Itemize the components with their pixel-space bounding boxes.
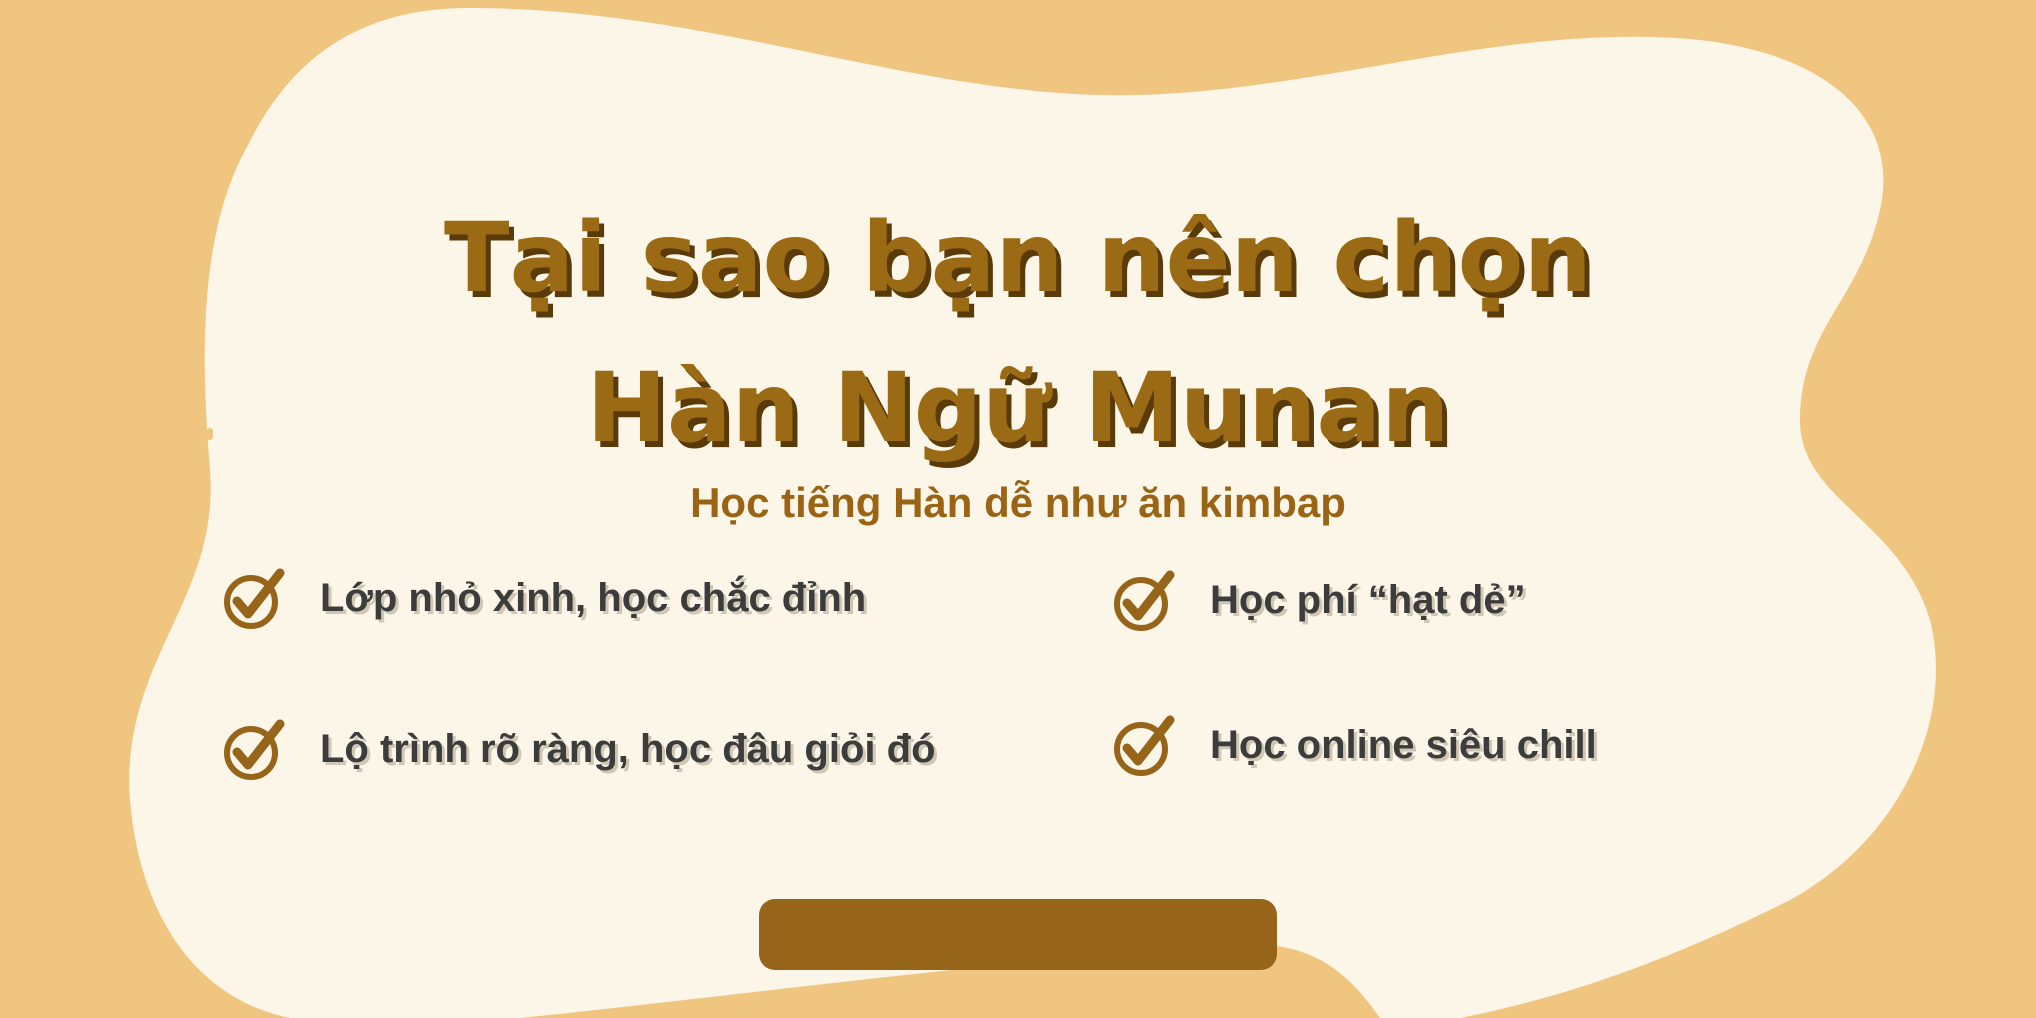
checkmark-circle-icon: [1114, 570, 1175, 631]
heading-line-1: Tại sao bạn nên chọn: [444, 202, 1592, 314]
feature-item-online: Học online siêu chill: [1112, 710, 1597, 780]
cta-button[interactable]: [759, 899, 1277, 970]
checkmark-circle-icon: [1114, 715, 1175, 776]
feature-label: Lộ trình rõ ràng, học đâu giỏi đó: [320, 726, 936, 771]
feature-item-roadmap: Lộ trình rõ ràng, học đâu giỏi đó: [222, 714, 936, 784]
checkmark-circle-icon: [224, 719, 285, 780]
feature-label: Lớp nhỏ xinh, học chắc đỉnh: [320, 575, 867, 620]
checkmark-circle-icon: [224, 568, 285, 629]
feature-label: Học online siêu chill: [1210, 722, 1597, 767]
feature-item-fee: Học phí “hạt dẻ”: [1112, 565, 1526, 635]
feature-item-small-class: Lớp nhỏ xinh, học chắc đỉnh: [222, 563, 866, 633]
feature-label: Học phí “hạt dẻ”: [1210, 577, 1526, 622]
subtitle: Học tiếng Hàn dễ như ăn kimbap: [690, 479, 1346, 526]
heading-line-2: Hàn Ngữ Munan: [586, 352, 1450, 464]
